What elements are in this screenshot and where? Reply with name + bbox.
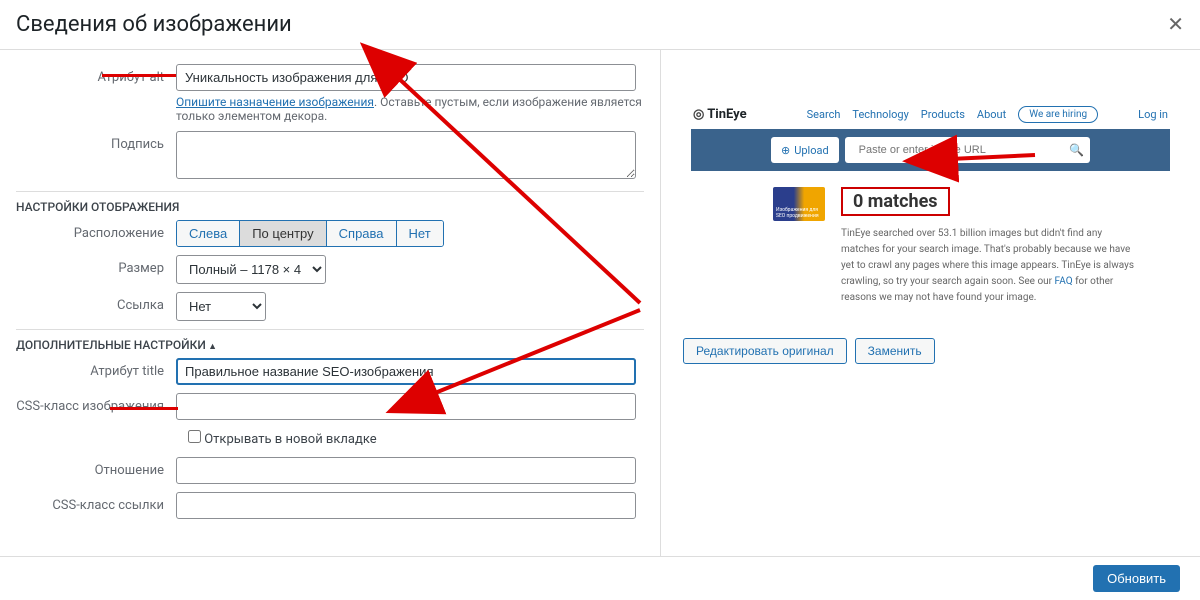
- size-select[interactable]: Полный – 1178 × 450: [176, 255, 326, 284]
- link-css-input[interactable]: [176, 492, 636, 519]
- close-button[interactable]: ✕: [1167, 12, 1184, 37]
- align-left-button[interactable]: Слева: [177, 221, 240, 246]
- new-tab-label[interactable]: Открывать в новой вкладке: [188, 432, 377, 447]
- results-text: TinEye searched over 53.1 billion images…: [841, 226, 1138, 306]
- title-attr-input[interactable]: [176, 358, 636, 385]
- align-button-group: Слева По центру Справа Нет: [176, 220, 444, 247]
- form-panel: Атрибут alt Опишите назначение изображен…: [0, 50, 660, 556]
- alt-help-link[interactable]: Опишите назначение изображения: [176, 95, 374, 109]
- img-css-input[interactable]: [176, 393, 636, 420]
- linkto-select[interactable]: Нет: [176, 292, 266, 321]
- caption-textarea[interactable]: [176, 131, 636, 179]
- alt-input[interactable]: [176, 64, 636, 91]
- tineye-nav-search[interactable]: Search: [807, 108, 841, 121]
- matches-count: 0 matches: [853, 191, 938, 212]
- replace-button[interactable]: Заменить: [855, 338, 935, 364]
- upload-button[interactable]: ⊕ Upload: [771, 137, 839, 163]
- new-tab-checkbox[interactable]: [188, 430, 201, 443]
- search-icon[interactable]: 🔍: [1069, 143, 1084, 157]
- link-css-label: CSS-класс ссылки: [16, 492, 176, 513]
- rel-input[interactable]: [176, 457, 636, 484]
- hiring-pill[interactable]: We are hiring: [1018, 106, 1098, 123]
- tineye-search-bar[interactable]: 🔍: [845, 137, 1090, 163]
- matches-box: 0 matches: [841, 187, 950, 216]
- tineye-results: Изображения для SEO продвижения 0 matche…: [683, 171, 1178, 306]
- caption-label: Подпись: [16, 131, 176, 152]
- align-right-button[interactable]: Справа: [327, 221, 397, 246]
- align-center-button[interactable]: По центру: [240, 221, 326, 246]
- tineye-search-input[interactable]: [851, 139, 1069, 161]
- faq-link[interactable]: FAQ: [1055, 276, 1073, 287]
- annotation-underline: [110, 407, 178, 410]
- alt-help: Опишите назначение изображения. Оставьте…: [176, 95, 644, 123]
- tineye-nav-technology[interactable]: Technology: [852, 108, 908, 121]
- tineye-logo: TinEye: [693, 107, 747, 122]
- display-settings-heading: НАСТРОЙКИ ОТОБРАЖЕНИЯ: [16, 191, 644, 220]
- size-label: Размер: [16, 255, 176, 276]
- tineye-nav-products[interactable]: Products: [921, 108, 965, 121]
- annotation-underline: [102, 74, 176, 77]
- linkto-label: Ссылка: [16, 292, 176, 313]
- rel-label: Отношение: [16, 457, 176, 478]
- advanced-settings-heading[interactable]: ДОПОЛНИТЕЛЬНЫЕ НАСТРОЙКИ: [16, 329, 644, 358]
- tineye-nav-about[interactable]: About: [977, 108, 1006, 121]
- upload-icon: ⊕: [781, 144, 790, 157]
- edit-original-button[interactable]: Редактировать оригинал: [683, 338, 847, 364]
- preview-thumb: Изображения для SEO продвижения: [773, 187, 825, 221]
- img-css-label: CSS-класс изображения: [16, 393, 176, 414]
- align-none-button[interactable]: Нет: [397, 221, 443, 246]
- align-label: Расположение: [16, 220, 176, 241]
- update-button[interactable]: Обновить: [1093, 565, 1180, 592]
- tineye-login[interactable]: Log in: [1138, 108, 1168, 121]
- preview-panel: TinEye Search Technology Products About …: [660, 50, 1200, 556]
- dialog-title: Сведения об изображении: [16, 12, 292, 37]
- title-attr-label: Атрибут title: [16, 358, 176, 379]
